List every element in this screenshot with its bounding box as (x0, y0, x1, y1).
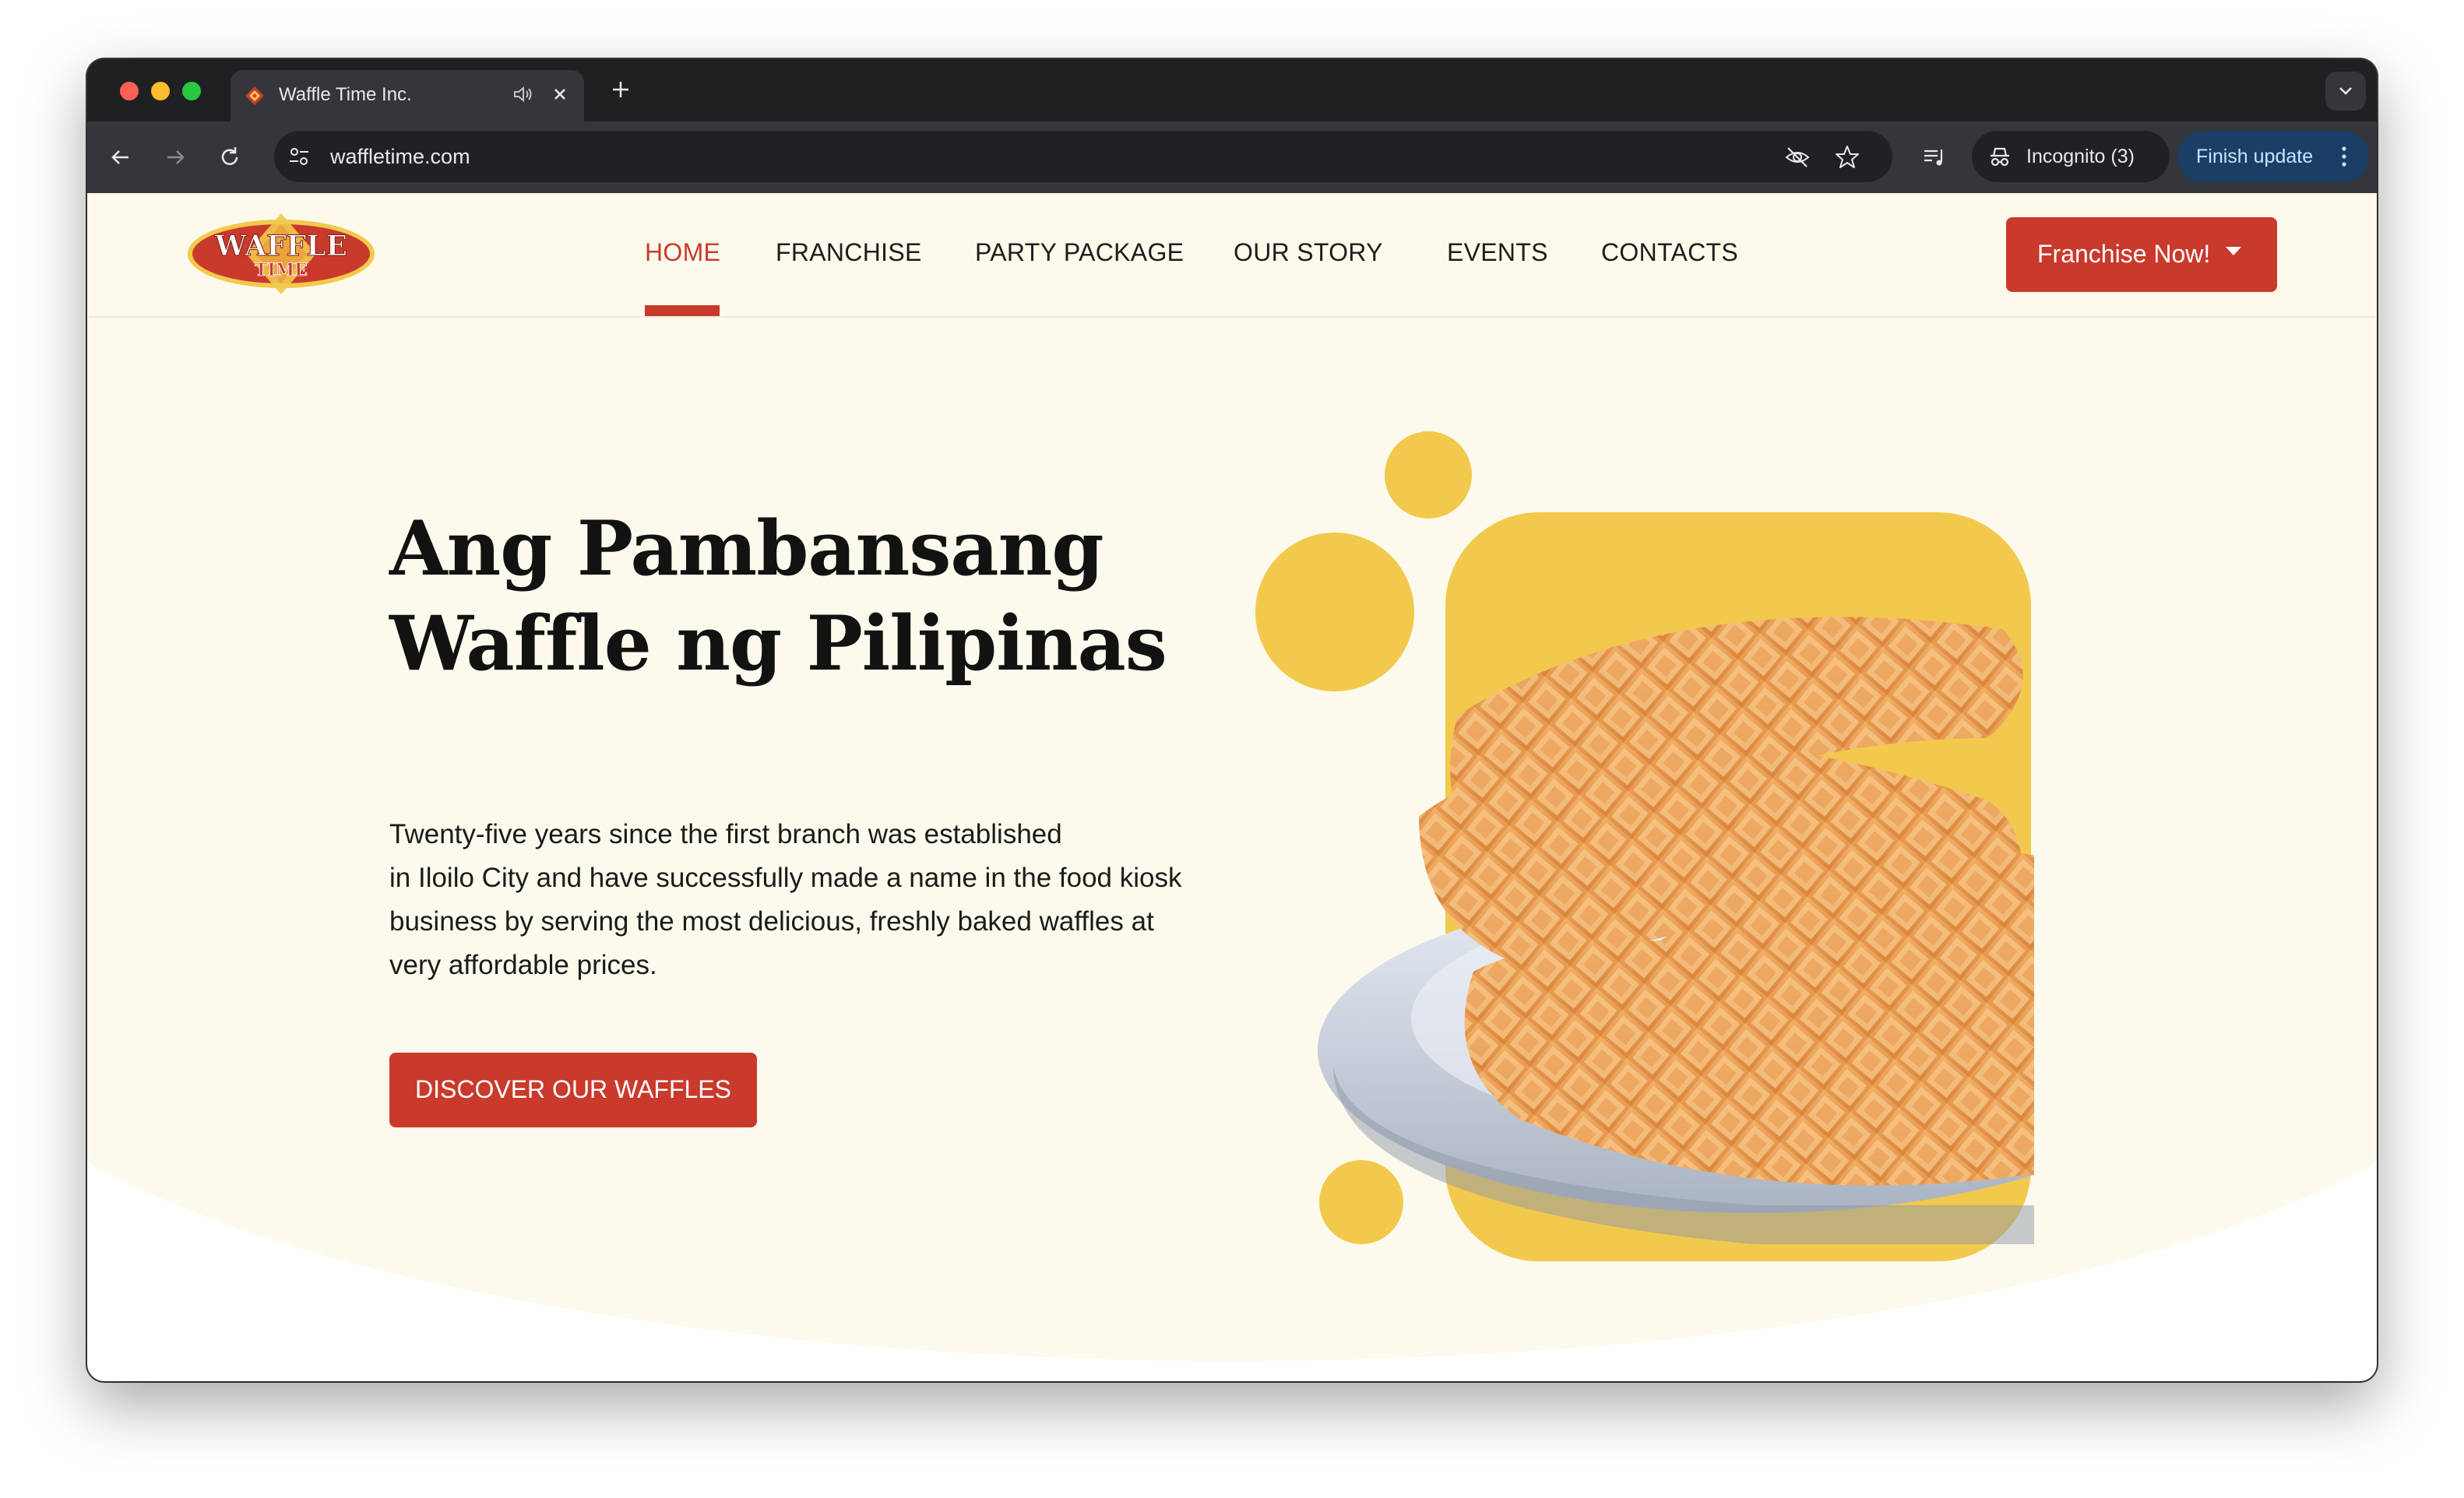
svg-text:WAFFLE: WAFFLE (214, 230, 347, 262)
forward-arrow-icon[interactable] (162, 144, 188, 171)
finish-update-label: Finish update (2196, 146, 2314, 167)
chevron-down-icon (2339, 87, 2352, 95)
tab-title: Waffle Time Inc. (279, 84, 412, 105)
tab-strip: Waffle Time Inc. (87, 59, 2377, 121)
discover-waffles-label: DISCOVER OUR WAFFLES (415, 1075, 731, 1103)
svg-text:TIME: TIME (255, 260, 308, 280)
nav-our-story[interactable]: OUR STORY (1234, 238, 1383, 267)
page-viewport: WAFFLE TIME HOME FRANCHISE PARTY PACKAGE… (87, 193, 2377, 1381)
hero-description-line: Twenty-five years since the first branch… (389, 819, 1062, 849)
tab-search-button[interactable] (2325, 72, 2366, 111)
bookmark-star-icon[interactable] (1833, 143, 1861, 171)
waffles-on-plate-image (1318, 617, 2034, 1244)
back-arrow-icon[interactable] (107, 144, 134, 171)
address-bar[interactable]: waffletime.com (274, 131, 1892, 182)
incognito-label: Incognito (3) (2026, 146, 2135, 167)
nav-active-indicator (645, 305, 720, 316)
eye-off-icon[interactable] (1783, 143, 1811, 171)
nav-franchise[interactable]: FRANCHISE (776, 238, 922, 267)
hero-description-line: business by serving the most delicious, … (389, 906, 1154, 937)
media-controls-icon[interactable] (1920, 143, 1948, 171)
close-tab-icon[interactable] (548, 83, 572, 106)
waffle-favicon-icon (245, 86, 264, 105)
more-vert-icon (2342, 146, 2346, 167)
maximize-window-button[interactable] (182, 82, 201, 100)
url-text: waffletime.com (330, 145, 470, 168)
caret-down-icon (2226, 247, 2241, 255)
finish-update-button[interactable]: Finish update (2177, 131, 2369, 182)
hero-headline-line: Waffle ng Pilipinas (389, 600, 1167, 687)
waffle-time-logo[interactable]: WAFFLE TIME (185, 210, 377, 297)
incognito-profile-button[interactable]: Incognito (3) (1972, 131, 2170, 182)
hero-description-line: in Iloilo City and have successfully mad… (389, 863, 1182, 893)
franchise-now-button[interactable]: Franchise Now! (2006, 217, 2277, 292)
franchise-now-label: Franchise Now! (2037, 240, 2211, 268)
browser-tab[interactable]: Waffle Time Inc. (231, 70, 584, 121)
browser-toolbar: waffletime.com Incognito (3) Finish upda… (87, 121, 2377, 193)
nav-events[interactable]: EVENTS (1447, 238, 1548, 267)
nav-party-package[interactable]: PARTY PACKAGE (975, 238, 1184, 267)
hero-description-line: very affordable prices. (389, 950, 657, 980)
minimize-window-button[interactable] (151, 82, 170, 100)
new-tab-icon[interactable] (607, 76, 634, 103)
discover-waffles-button[interactable]: DISCOVER OUR WAFFLES (389, 1053, 757, 1127)
incognito-icon (1991, 147, 2009, 167)
close-window-button[interactable] (120, 82, 139, 100)
site-settings-icon[interactable] (285, 142, 313, 171)
hero-description: Twenty-five years since the first branch… (389, 813, 1308, 987)
browser-window: Waffle Time Inc. waffletime.com Incognit… (87, 59, 2377, 1381)
speaker-icon[interactable] (511, 83, 534, 106)
hero-headline: Ang Pambansang Waffle ng Pilipinas (389, 501, 1246, 691)
nav-contacts[interactable]: CONTACTS (1601, 238, 1738, 267)
reload-icon[interactable] (216, 144, 243, 171)
hero-headline-line: Ang Pambansang (389, 505, 1104, 593)
site-navbar: WAFFLE TIME HOME FRANCHISE PARTY PACKAGE… (87, 193, 2377, 318)
nav-home[interactable]: HOME (645, 238, 720, 267)
